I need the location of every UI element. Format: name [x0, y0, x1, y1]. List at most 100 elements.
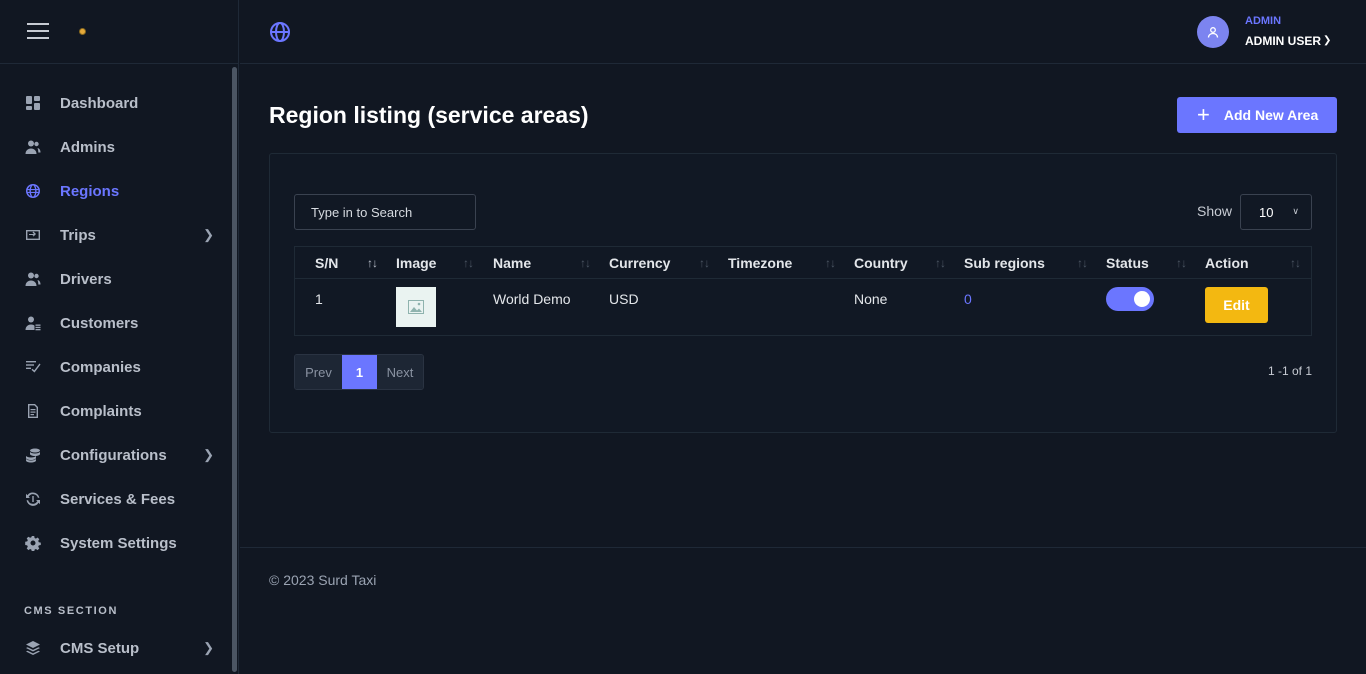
edit-button[interactable]: Edit: [1205, 287, 1268, 323]
sidebar-item-label: Regions: [60, 182, 120, 200]
sidebar-cms-nav: CMS Setup ❯: [0, 626, 230, 670]
globe-icon[interactable]: [269, 21, 291, 43]
sort-icon[interactable]: ↑↓: [1176, 256, 1187, 270]
regions-table: S/N ↑↓ Image ↑↓ Name ↑↓ Currency ↑↓ Time…: [294, 246, 1312, 336]
companies-icon: [24, 359, 41, 376]
next-page-button[interactable]: Next: [377, 355, 423, 389]
sort-icon[interactable]: ↑↓: [1077, 256, 1088, 270]
sidebar-nav: Dashboard Admins Regions Trips ❯ Drivers…: [0, 81, 230, 565]
plus-icon: +: [1197, 102, 1210, 127]
column-header-action[interactable]: Action: [1205, 255, 1249, 271]
column-header-timezone[interactable]: Timezone: [728, 255, 792, 271]
sidebar-item-label: Drivers: [60, 270, 112, 288]
menu-icon[interactable]: [27, 23, 49, 40]
column-header-name[interactable]: Name: [493, 255, 531, 271]
sidebar-item-configurations[interactable]: Configurations ❯: [0, 433, 230, 477]
status-toggle[interactable]: [1106, 287, 1154, 311]
coins-icon: [24, 447, 41, 464]
globe-icon: [24, 183, 41, 200]
sidebar-scrollbar[interactable]: [232, 67, 237, 672]
sidebar-item-regions[interactable]: Regions: [0, 169, 230, 213]
sidebar-item-label: Services & Fees: [60, 490, 176, 508]
search-input[interactable]: [294, 194, 476, 230]
users-icon: [24, 271, 41, 288]
prev-page-button[interactable]: Prev: [295, 355, 342, 389]
column-header-status[interactable]: Status: [1106, 255, 1149, 271]
chevron-down-icon[interactable]: ❯: [1323, 35, 1331, 46]
sidebar-item-admins[interactable]: Admins: [0, 125, 230, 169]
cell-country: None: [854, 291, 888, 307]
sort-icon[interactable]: ↑↓: [825, 256, 836, 270]
sort-icon[interactable]: ↑↓: [935, 256, 946, 270]
cell-name: World Demo: [493, 291, 571, 307]
sidebar-item-label: Companies: [60, 358, 141, 376]
user-menu[interactable]: ADMIN USER: [1245, 34, 1321, 48]
toggle-knob: [1134, 291, 1150, 307]
sort-icon[interactable]: ↑↓: [367, 256, 378, 270]
sidebar-item-customers[interactable]: Customers: [0, 301, 230, 345]
top-header: ADMIN ADMIN USER ❯: [240, 0, 1366, 64]
layers-icon: [24, 640, 41, 657]
cell-currency: USD: [609, 291, 639, 307]
page-number-button[interactable]: 1: [342, 355, 377, 389]
sidebar-item-label: Trips: [60, 226, 96, 244]
show-label: Show: [1197, 203, 1233, 219]
sort-icon[interactable]: ↑↓: [699, 256, 710, 270]
sidebar-item-label: Customers: [60, 314, 139, 332]
sidebar-item-drivers[interactable]: Drivers: [0, 257, 230, 301]
footer: © 2023 Surd Taxi: [240, 547, 1366, 674]
sort-icon[interactable]: ↑↓: [580, 256, 591, 270]
sidebar-item-label: System Settings: [60, 534, 177, 552]
column-header-sub-regions[interactable]: Sub regions: [964, 255, 1045, 271]
sidebar-item-complaints[interactable]: Complaints: [0, 389, 230, 433]
customers-icon: [24, 315, 41, 332]
region-image: [396, 287, 436, 327]
sidebar-item-label: Configurations: [60, 446, 167, 464]
page-size-select[interactable]: 10 ∨: [1240, 194, 1312, 230]
chevron-right-icon: ❯: [203, 447, 214, 462]
sidebar-item-services-fees[interactable]: Services & Fees: [0, 477, 230, 521]
column-header-image[interactable]: Image: [396, 255, 436, 271]
sidebar-item-trips[interactable]: Trips ❯: [0, 213, 230, 257]
table-header: S/N ↑↓ Image ↑↓ Name ↑↓ Currency ↑↓ Time…: [295, 247, 1311, 279]
sidebar-item-system-settings[interactable]: System Settings: [0, 521, 230, 565]
add-new-area-button[interactable]: + Add New Area: [1177, 97, 1337, 133]
sidebar-item-companies[interactable]: Companies: [0, 345, 230, 389]
cell-sn: 1: [315, 291, 323, 307]
sidebar-item-label: Complaints: [60, 402, 142, 420]
document-icon: [24, 403, 41, 420]
chevron-right-icon: ❯: [203, 640, 214, 655]
sidebar-item-label: Dashboard: [60, 94, 139, 112]
sidebar-item-label: Admins: [60, 138, 116, 156]
sidebar-item-cms-setup[interactable]: CMS Setup ❯: [0, 626, 230, 670]
user-role: ADMIN: [1245, 15, 1282, 27]
add-new-area-label: Add New Area: [1223, 107, 1319, 123]
footer-copyright: © 2023 Surd Taxi: [269, 572, 377, 588]
sort-icon[interactable]: ↑↓: [1290, 256, 1301, 270]
logo[interactable]: [79, 28, 86, 35]
sidebar-item-dashboard[interactable]: Dashboard: [0, 81, 230, 125]
column-header-sn[interactable]: S/N: [315, 255, 338, 271]
sidebar-item-label: CMS Setup: [60, 639, 140, 657]
sidebar: Dashboard Admins Regions Trips ❯ Drivers…: [0, 0, 239, 674]
page-size-value: 10: [1259, 204, 1274, 220]
avatar[interactable]: [1197, 16, 1229, 48]
column-header-currency[interactable]: Currency: [609, 255, 670, 271]
pagination: Prev 1 Next: [294, 354, 424, 390]
cell-sub-regions-link[interactable]: 0: [964, 291, 972, 307]
pagination-range: 1 -1 of 1: [1267, 364, 1312, 378]
page-title: Region listing (service areas): [269, 102, 589, 128]
chevron-down-icon: ∨: [1292, 206, 1299, 216]
gear-icon: [24, 535, 41, 552]
fees-icon: [24, 491, 41, 508]
dashboard-icon: [24, 95, 41, 112]
cms-section-label: CMS SECTION: [24, 605, 118, 617]
trips-icon: [24, 227, 41, 244]
users-icon: [24, 139, 41, 156]
column-header-country[interactable]: Country: [854, 255, 908, 271]
image-placeholder-icon: [408, 300, 424, 314]
sort-icon[interactable]: ↑↓: [463, 256, 474, 270]
chevron-right-icon: ❯: [203, 227, 214, 242]
region-listing-card: Show 10 ∨ S/N ↑↓ Image ↑↓ Name ↑↓ Curren…: [269, 153, 1337, 433]
sidebar-header: [0, 0, 238, 64]
